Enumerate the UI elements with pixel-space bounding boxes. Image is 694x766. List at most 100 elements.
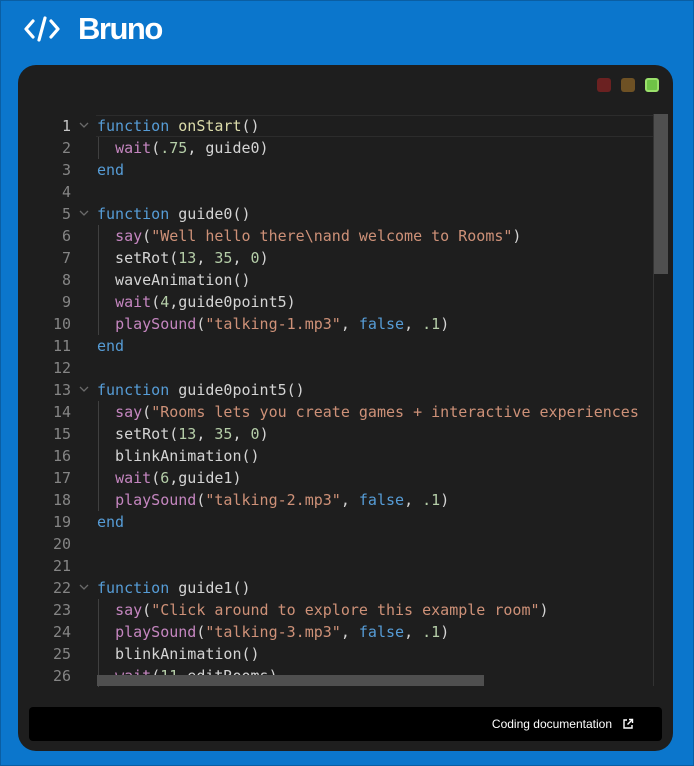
- code-line[interactable]: 25 blinkAnimation(): [18, 643, 673, 665]
- line-number: 6: [61, 227, 71, 245]
- code-line[interactable]: 2 wait(.75, guide0): [18, 137, 673, 159]
- minimize-button[interactable]: [621, 78, 635, 92]
- code-line[interactable]: 8 waveAnimation(): [18, 269, 673, 291]
- code-line[interactable]: 10 playSound("talking-1.mp3", false, .1): [18, 313, 673, 335]
- code-token: .1: [422, 315, 441, 333]
- line-number: 8: [61, 271, 71, 289]
- code-line[interactable]: 5 function guide0(): [18, 203, 673, 225]
- code-line[interactable]: 20: [18, 533, 673, 555]
- code-line[interactable]: 15 setRot(13, 35, 0): [18, 423, 673, 445]
- code-brackets-icon: [24, 15, 60, 43]
- code-token: ,: [404, 315, 423, 333]
- code-line[interactable]: 1 function onStart(): [18, 115, 673, 137]
- line-number: 2: [61, 139, 71, 157]
- code-text: wait(6,guide1): [97, 467, 241, 489]
- code-token: say: [115, 403, 143, 421]
- code-token: setRot(: [97, 425, 179, 443]
- line-number: 11: [52, 337, 71, 355]
- code-editor[interactable]: 1 function onStart() 2 wait(.75, guide0) 3 e…: [18, 114, 673, 746]
- code-line[interactable]: 19 end: [18, 511, 673, 533]
- code-token: 0: [250, 425, 260, 443]
- code-token: "talking-3.mp3": [205, 623, 341, 641]
- fold-chevron-icon[interactable]: [78, 208, 90, 218]
- code-token: (: [151, 293, 161, 311]
- code-line[interactable]: 22 function guide1(): [18, 577, 673, 599]
- code-token: ,: [404, 623, 423, 641]
- code-token: , guide0): [187, 139, 269, 157]
- code-line[interactable]: 18 playSound("talking-2.mp3", false, .1): [18, 489, 673, 511]
- line-number: 17: [52, 469, 71, 487]
- code-line[interactable]: 4: [18, 181, 673, 203]
- code-token: ,: [340, 491, 359, 509]
- code-line[interactable]: 14 say("Rooms lets you create games + in…: [18, 401, 673, 423]
- code-text: playSound("talking-1.mp3", false, .1): [97, 313, 449, 335]
- code-token: (): [241, 117, 260, 135]
- code-token: .1: [422, 623, 441, 641]
- code-line[interactable]: 11 end: [18, 335, 673, 357]
- code-line[interactable]: 6 say("Well hello there\nand welcome to …: [18, 225, 673, 247]
- close-button[interactable]: [597, 78, 611, 92]
- code-text: blinkAnimation(): [97, 445, 260, 467]
- code-token: 35: [214, 425, 233, 443]
- code-token: (: [142, 601, 152, 619]
- app-title: Bruno: [78, 11, 163, 46]
- code-token: 4: [160, 293, 170, 311]
- code-line[interactable]: 21: [18, 555, 673, 577]
- footer-bar: Coding documentation: [29, 707, 662, 741]
- code-token: (: [151, 139, 161, 157]
- code-line[interactable]: 3 end: [18, 159, 673, 181]
- code-line[interactable]: 7 setRot(13, 35, 0): [18, 247, 673, 269]
- code-token: (: [142, 227, 152, 245]
- line-number: 4: [61, 183, 71, 201]
- code-line[interactable]: 13 function guide0point5(): [18, 379, 673, 401]
- line-number: 24: [52, 623, 71, 641]
- code-line[interactable]: 12: [18, 357, 673, 379]
- code-token: ): [259, 249, 269, 267]
- app-header: Bruno: [24, 10, 163, 48]
- code-token: ,: [196, 425, 215, 443]
- fold-chevron-icon[interactable]: [78, 384, 90, 394]
- code-token: guide1(): [169, 579, 251, 597]
- code-text: function guide0(): [97, 203, 251, 225]
- coding-documentation-link[interactable]: Coding documentation: [492, 707, 634, 741]
- code-text: blinkAnimation(): [97, 643, 260, 665]
- code-token: playSound: [115, 491, 197, 509]
- code-token: "Click around to explore this example ro…: [151, 601, 540, 619]
- code-line[interactable]: 24 playSound("talking-3.mp3", false, .1): [18, 621, 673, 643]
- code-text: playSound("talking-3.mp3", false, .1): [97, 621, 449, 643]
- code-token: end: [97, 161, 125, 179]
- code-line[interactable]: 17 wait(6,guide1): [18, 467, 673, 489]
- code-token: .1: [422, 491, 441, 509]
- code-token: end: [97, 513, 125, 531]
- code-token: say: [115, 601, 143, 619]
- code-token: setRot(: [97, 249, 179, 267]
- code-line[interactable]: 9 wait(4,guide0point5): [18, 291, 673, 313]
- horizontal-scrollbar[interactable]: [97, 675, 484, 686]
- line-number: 3: [61, 161, 71, 179]
- line-number: 23: [52, 601, 71, 619]
- fold-chevron-icon[interactable]: [78, 582, 90, 592]
- line-number: 14: [52, 403, 71, 421]
- code-token: ,: [232, 425, 251, 443]
- code-token: (: [142, 403, 152, 421]
- code-token: ,: [404, 491, 423, 509]
- line-number: 16: [52, 447, 71, 465]
- code-token: wait: [115, 469, 152, 487]
- fold-chevron-icon[interactable]: [78, 120, 90, 130]
- line-number: 25: [52, 645, 71, 663]
- code-token: ,: [340, 623, 359, 641]
- line-number: 22: [52, 579, 71, 597]
- code-line[interactable]: 16 blinkAnimation(): [18, 445, 673, 467]
- code-line[interactable]: 23 say("Click around to explore this exa…: [18, 599, 673, 621]
- code-token: ,guide0point5): [169, 293, 296, 311]
- code-text: waveAnimation(): [97, 269, 250, 291]
- vertical-scrollbar[interactable]: [654, 114, 668, 274]
- maximize-button[interactable]: [645, 78, 659, 92]
- code-text: function onStart(): [97, 115, 260, 137]
- code-text: say("Rooms lets you create games + inter…: [97, 401, 639, 423]
